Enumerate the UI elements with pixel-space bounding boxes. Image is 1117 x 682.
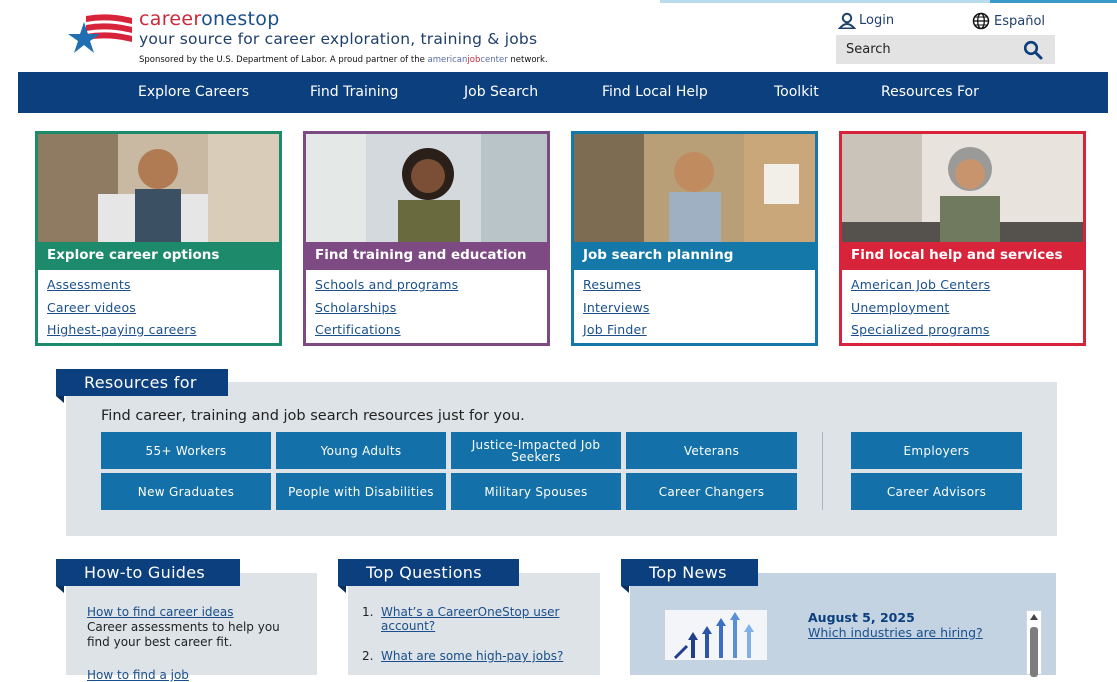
list-item: Scholarships [315, 300, 458, 323]
news-date: August 5, 2025 [808, 610, 915, 625]
card-links: American Job Centers Unemployment Specia… [851, 277, 990, 345]
older-woman-photo [842, 134, 1083, 242]
resources-heading: Resources for [56, 369, 228, 396]
button-new-graduates[interactable]: New Graduates [101, 473, 271, 510]
brand-name-part1: career [139, 8, 202, 30]
card-job-search-planning: Job search planning Resumes Interviews J… [571, 131, 818, 346]
nav-job-search[interactable]: Job Search [464, 84, 538, 100]
list-item: Specialized programs [851, 322, 990, 345]
search-icon[interactable] [1023, 40, 1043, 60]
login-link[interactable]: Login [838, 12, 894, 29]
card-explore-career-options: Explore career options Assessments Caree… [35, 131, 282, 346]
search-bar [836, 35, 1055, 64]
link-highest-paying-careers[interactable]: Highest-paying careers [47, 322, 196, 337]
list-item: Unemployment [851, 300, 990, 323]
globe-icon [972, 12, 990, 30]
top-news-heading: Top News [621, 559, 758, 586]
worker-photo [38, 134, 279, 242]
link-job-finder[interactable]: Job Finder [583, 322, 647, 337]
card-title: Job search planning [574, 242, 815, 270]
language-link[interactable]: Español [972, 12, 1045, 30]
link-news-industries-hiring[interactable]: Which industries are hiring? [808, 625, 983, 640]
link-scholarships[interactable]: Scholarships [315, 300, 396, 315]
card-title: Explore career options [38, 242, 279, 270]
button-career-advisors[interactable]: Career Advisors [851, 473, 1022, 510]
search-input[interactable] [836, 35, 1021, 64]
scrollbar-thumb[interactable] [1030, 627, 1038, 677]
button-young-adults[interactable]: Young Adults [276, 432, 446, 469]
question-number: 1. [362, 605, 374, 619]
nav-toolkit[interactable]: Toolkit [774, 84, 819, 100]
sponsor-text: Sponsored by the U.S. Department of Labo… [139, 55, 548, 65]
button-justice-impacted[interactable]: Justice-Impacted Job Seekers [451, 432, 621, 469]
link-career-videos[interactable]: Career videos [47, 300, 136, 315]
ajc-part2: job [467, 55, 481, 65]
list-item: Assessments [47, 277, 196, 300]
student-photo [306, 134, 547, 242]
brand-name[interactable]: careeronestop [139, 8, 280, 30]
tagline: your source for career exploration, trai… [139, 30, 538, 48]
link-american-job-centers[interactable]: American Job Centers [851, 277, 990, 292]
top-questions-heading: Top Questions [338, 559, 519, 586]
link-assessments[interactable]: Assessments [47, 277, 131, 292]
link-interviews[interactable]: Interviews [583, 300, 650, 315]
list-item: Resumes [583, 277, 650, 300]
list-item: Interviews [583, 300, 650, 323]
sponsor-suffix: network. [510, 55, 548, 65]
list-item: Highest-paying careers [47, 322, 196, 345]
link-how-to-find-a-job[interactable]: How to find a job [87, 668, 189, 682]
link-question-high-pay-jobs[interactable]: What are some high-pay jobs? [381, 649, 571, 663]
nav-resources-for[interactable]: Resources For [881, 84, 979, 100]
main-navigation: Explore Careers Find Training Job Search… [18, 72, 1108, 113]
list-item: Certifications [315, 322, 458, 345]
nav-explore-careers[interactable]: Explore Careers [138, 84, 249, 100]
card-links: Resumes Interviews Job Finder [583, 277, 650, 345]
link-certifications[interactable]: Certifications [315, 322, 401, 337]
nav-find-local-help[interactable]: Find Local Help [602, 84, 708, 100]
button-55-plus-workers[interactable]: 55+ Workers [101, 432, 271, 469]
howto-heading: How-to Guides [56, 559, 240, 586]
resources-divider [822, 432, 823, 510]
card-links: Schools and programs Scholarships Certif… [315, 277, 458, 345]
button-veterans[interactable]: Veterans [626, 432, 797, 469]
scroll-up-arrow-icon[interactable] [1030, 614, 1038, 620]
button-employers[interactable]: Employers [851, 432, 1022, 469]
resources-intro: Find career, training and job search res… [101, 408, 525, 424]
link-unemployment[interactable]: Unemployment [851, 300, 949, 315]
top-accent-line-dark [990, 0, 1117, 3]
link-how-to-find-career-ideas[interactable]: How to find career ideas [87, 605, 234, 619]
ajc-part3: center [480, 55, 508, 65]
link-schools-programs[interactable]: Schools and programs [315, 277, 458, 292]
user-icon [838, 12, 856, 29]
news-scrollbar[interactable] [1026, 610, 1042, 677]
sponsor-prefix: Sponsored by the U.S. Department of Labo… [139, 55, 425, 65]
brand-name-part2: onestop [201, 8, 280, 30]
language-label: Español [994, 13, 1046, 29]
card-links: Assessments Career videos Highest-paying… [47, 277, 196, 345]
button-military-spouses[interactable]: Military Spouses [451, 473, 621, 510]
ajc-part1: american [427, 55, 468, 65]
question-number: 2. [362, 649, 374, 663]
button-people-with-disabilities[interactable]: People with Disabilities [276, 473, 446, 510]
careeronestop-logo-icon[interactable] [68, 12, 134, 54]
nav-find-training[interactable]: Find Training [310, 84, 398, 100]
card-title: Find training and education [306, 242, 547, 270]
list-item: Schools and programs [315, 277, 458, 300]
card-find-local-help: Find local help and services American Jo… [839, 131, 1086, 346]
list-item: American Job Centers [851, 277, 990, 300]
link-resumes[interactable]: Resumes [583, 277, 641, 292]
american-job-center-link[interactable]: americanjobcenter [428, 55, 508, 65]
login-label: Login [859, 13, 895, 28]
warehouse-worker-photo [574, 134, 815, 242]
howto-description: Career assessments to help you find your… [87, 620, 280, 649]
card-find-training-education: Find training and education Schools and … [303, 131, 550, 346]
button-career-changers[interactable]: Career Changers [626, 473, 797, 510]
growth-arrows-image[interactable] [665, 610, 767, 660]
list-item: Job Finder [583, 322, 650, 345]
list-item: Career videos [47, 300, 196, 323]
link-specialized-programs[interactable]: Specialized programs [851, 322, 990, 337]
link-question-account[interactable]: What’s a CareerOneStop user account? [381, 605, 571, 633]
card-title: Find local help and services [842, 242, 1083, 270]
